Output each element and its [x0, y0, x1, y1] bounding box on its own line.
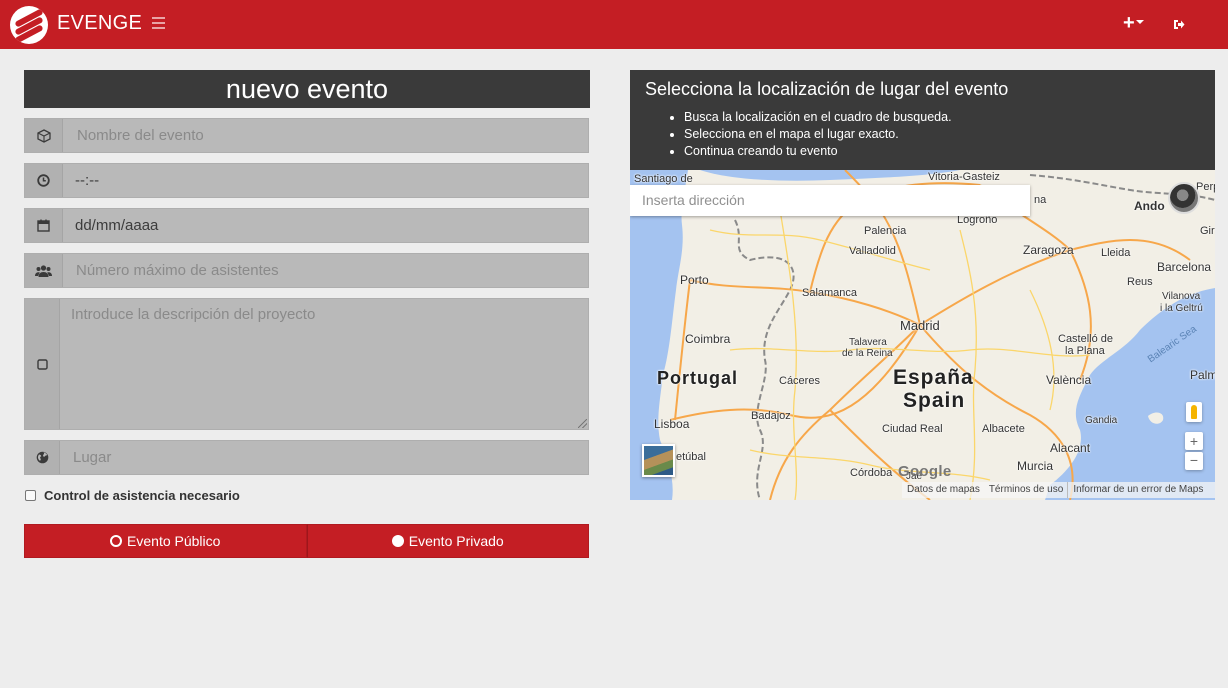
map-label: Cáceres [779, 375, 820, 387]
map-data-link[interactable]: Datos de mapas [902, 482, 984, 498]
map-country-label: España [893, 366, 974, 389]
bars-icon[interactable] [152, 17, 165, 29]
private-event-button[interactable]: Evento Privado [306, 524, 589, 558]
event-name-field[interactable]: Nombre del evento [24, 118, 589, 153]
map-label: Reus [1127, 276, 1153, 288]
map-label: Barcelona [1157, 260, 1212, 274]
public-event-label: Evento Público [127, 533, 221, 549]
map-label: València [1046, 373, 1092, 387]
clock-icon [25, 164, 63, 197]
address-search-input[interactable]: Inserta dirección [630, 185, 1030, 216]
address-search-placeholder: Inserta dirección [642, 192, 745, 208]
user-avatar[interactable] [1168, 182, 1200, 214]
place-field[interactable]: Lugar [24, 440, 589, 475]
map-label: Badajoz [751, 410, 791, 422]
map-country-label: Spain [903, 389, 966, 412]
map-label: Palm [1190, 368, 1215, 382]
map-label: Albacete [982, 423, 1025, 435]
instruction-step: Continua creando tu evento [684, 143, 952, 160]
map-label: Porto [680, 273, 709, 287]
visibility-toggle-group: Evento Público Evento Privado [24, 524, 589, 558]
google-logo: Google [898, 463, 952, 480]
map-label: Vitoria-Gasteiz [928, 171, 1000, 183]
satellite-view-toggle[interactable] [642, 444, 675, 477]
map-panel-header: Selecciona la localización de lugar del … [630, 70, 1215, 170]
street-view-pegman-icon[interactable] [1186, 402, 1202, 422]
event-name-input[interactable]: Nombre del evento [77, 119, 204, 152]
form-title: nuevo evento [24, 70, 590, 108]
map-label: Lisboa [654, 417, 690, 431]
radio-unselected-icon [110, 535, 123, 547]
resize-grip-icon[interactable] [578, 419, 587, 428]
map-label: Murcia [1017, 459, 1054, 473]
zoom-out-button[interactable]: − [1185, 452, 1203, 470]
description-textarea[interactable]: Introduce la descripción del proyecto [71, 306, 315, 323]
map-label: Ando [1134, 199, 1165, 213]
square-icon [25, 299, 60, 429]
map-label: Santiago de [634, 173, 693, 185]
map-label: Gir [1200, 225, 1215, 237]
map-label: Talavera [849, 337, 887, 348]
map-label: Salamanca [802, 287, 858, 299]
plus-icon: + [1123, 12, 1135, 34]
map-label: Coimbra [685, 332, 731, 346]
instruction-step: Selecciona en el mapa el lugar exacto. [684, 126, 952, 143]
map-label: Lleida [1101, 247, 1131, 259]
map-label: na [1034, 194, 1047, 206]
map-label: Madrid [900, 318, 940, 333]
map-label: Castelló de [1058, 333, 1114, 345]
public-event-button[interactable]: Evento Público [24, 524, 307, 558]
map-label: i la Geltrú [1160, 303, 1203, 314]
map-country-label: Portugal [657, 368, 739, 388]
brand-logo-icon[interactable] [10, 6, 48, 44]
map-label: de la Reina [842, 348, 893, 359]
map-canvas[interactable]: Santiago de Vitoria-Gasteiz Logroño Pale… [630, 170, 1215, 500]
map-label: etúbal [676, 451, 706, 463]
instruction-step: Busca la localización en el cuadro de bu… [684, 109, 952, 126]
attendance-checkbox-label[interactable]: Control de asistencia necesario [44, 488, 240, 503]
map-label: Zaragoza [1023, 243, 1074, 257]
description-field[interactable]: Introduce la descripción del proyecto [24, 298, 589, 430]
sign-out-icon[interactable] [1173, 19, 1185, 30]
map-label: Vilanova [1162, 291, 1201, 302]
map-label: Alacant [1050, 441, 1091, 455]
globe-icon [25, 441, 60, 474]
private-event-label: Evento Privado [408, 533, 504, 549]
max-attendees-input[interactable]: Número máximo de asistentes [76, 254, 279, 287]
map-panel-title: Selecciona la localización de lugar del … [645, 79, 1009, 99]
users-icon [25, 254, 63, 287]
map-label: Valladolid [849, 245, 896, 257]
zoom-in-button[interactable]: + [1185, 432, 1203, 450]
attendance-control-row[interactable]: Control de asistencia necesario [25, 488, 240, 503]
map-terms-link[interactable]: Términos de uso [984, 482, 1067, 498]
place-input[interactable]: Lugar [73, 441, 111, 474]
calendar-icon [25, 209, 63, 242]
map-label: la Plana [1065, 345, 1105, 357]
attendance-checkbox[interactable] [25, 490, 36, 501]
map-label: Córdoba [850, 467, 893, 479]
map-footer: Datos de mapas Términos de uso Informar … [902, 482, 1215, 498]
add-menu-button[interactable]: + [1123, 13, 1144, 33]
cube-icon [25, 119, 63, 152]
event-time-field[interactable]: --:-- [24, 163, 589, 198]
top-navbar: EVENGE + [0, 0, 1228, 49]
map-label: Gandia [1085, 415, 1118, 426]
event-date-field[interactable]: dd/mm/aaaa [24, 208, 589, 243]
map-label: Ciudad Real [882, 423, 943, 435]
map-report-error-link[interactable]: Informar de un error de Maps [1067, 482, 1207, 498]
map-instructions: Busca la localización en el cuadro de bu… [684, 109, 952, 160]
event-date-input[interactable]: dd/mm/aaaa [75, 209, 158, 242]
event-time-input[interactable]: --:-- [75, 164, 99, 197]
radio-selected-icon [391, 535, 404, 547]
caret-down-icon [1135, 20, 1144, 25]
brand-name[interactable]: EVENGE [57, 12, 142, 35]
max-attendees-field[interactable]: Número máximo de asistentes [24, 253, 589, 288]
map-label: Palencia [864, 225, 907, 237]
